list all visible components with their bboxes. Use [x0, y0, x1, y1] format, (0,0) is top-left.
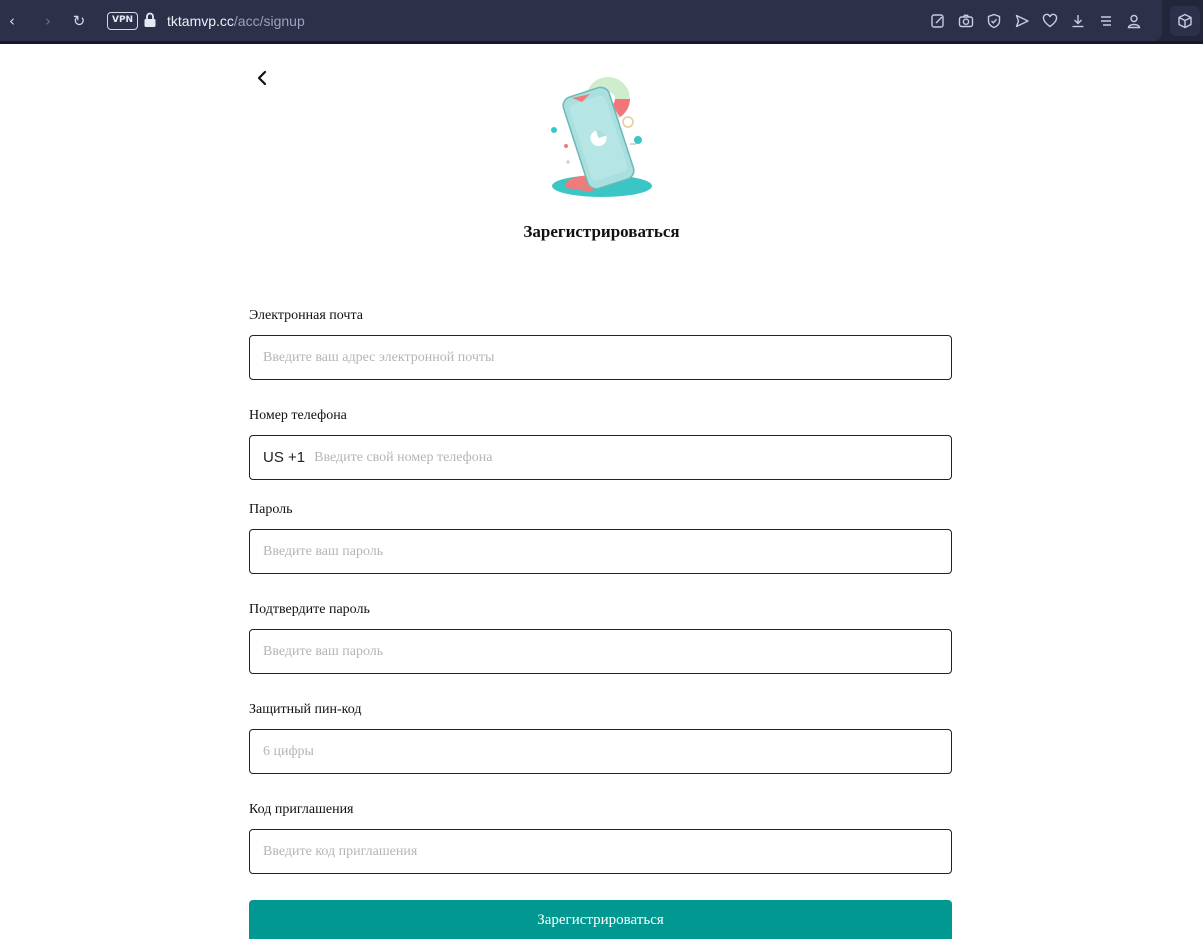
- page-title: Зарегистрироваться: [523, 222, 680, 241]
- phone-field[interactable]: US +1: [249, 435, 952, 480]
- password-input[interactable]: [263, 530, 951, 573]
- url-host: tktamvp.cc: [167, 13, 234, 29]
- password-field[interactable]: [249, 529, 952, 574]
- extension-cube-icon[interactable]: [1170, 6, 1200, 36]
- email-label: Электронная почта: [249, 308, 363, 323]
- vpn-badge[interactable]: VPN: [107, 12, 139, 30]
- signup-phone-illustration: [551, 77, 652, 197]
- country-code-selector[interactable]: US +1: [263, 449, 305, 466]
- toolbar-icons: [928, 11, 1152, 31]
- download-icon[interactable]: [1068, 11, 1088, 31]
- reload-icon[interactable]: ↻: [69, 11, 89, 31]
- pin-input[interactable]: [263, 730, 951, 773]
- profile-icon[interactable]: [1124, 11, 1144, 31]
- forward-nav-icon[interactable]: ›: [38, 11, 58, 31]
- url-path: /acc/signup: [233, 13, 305, 29]
- confirm-password-label: Подтвердите пароль: [249, 602, 370, 617]
- camera-icon[interactable]: [956, 11, 976, 31]
- invite-code-label: Код приглашения: [249, 802, 354, 817]
- url-field[interactable]: tktamvp.cc/acc/signup: [167, 12, 305, 30]
- pin-field[interactable]: [249, 729, 952, 774]
- back-nav-icon[interactable]: ‹: [2, 11, 22, 31]
- password-label: Пароль: [249, 502, 293, 517]
- pin-label: Защитный пин-код: [249, 702, 362, 717]
- confirm-password-field[interactable]: [249, 629, 952, 674]
- menu-icon[interactable]: [1096, 11, 1116, 31]
- phone-label: Номер телефона: [249, 408, 347, 423]
- invite-code-field[interactable]: [249, 829, 952, 874]
- phone-input[interactable]: [314, 436, 951, 479]
- lock-icon[interactable]: [143, 12, 157, 28]
- shield-icon[interactable]: [984, 11, 1004, 31]
- address-bar-area: ‹ › ↻ VPN tktamvp.cc/acc/signup: [0, 0, 1162, 41]
- email-input[interactable]: [263, 336, 951, 379]
- browser-toolbar: ‹ › ↻ VPN tktamvp.cc/acc/signup: [0, 0, 1203, 44]
- invite-code-input[interactable]: [263, 830, 951, 873]
- confirm-password-input[interactable]: [263, 630, 951, 673]
- heart-icon[interactable]: [1040, 11, 1060, 31]
- signup-submit-button[interactable]: Зарегистрироваться: [249, 900, 952, 939]
- back-arrow-icon[interactable]: [252, 66, 272, 90]
- send-icon[interactable]: [1012, 11, 1032, 31]
- edit-icon[interactable]: [928, 11, 948, 31]
- email-field[interactable]: [249, 335, 952, 380]
